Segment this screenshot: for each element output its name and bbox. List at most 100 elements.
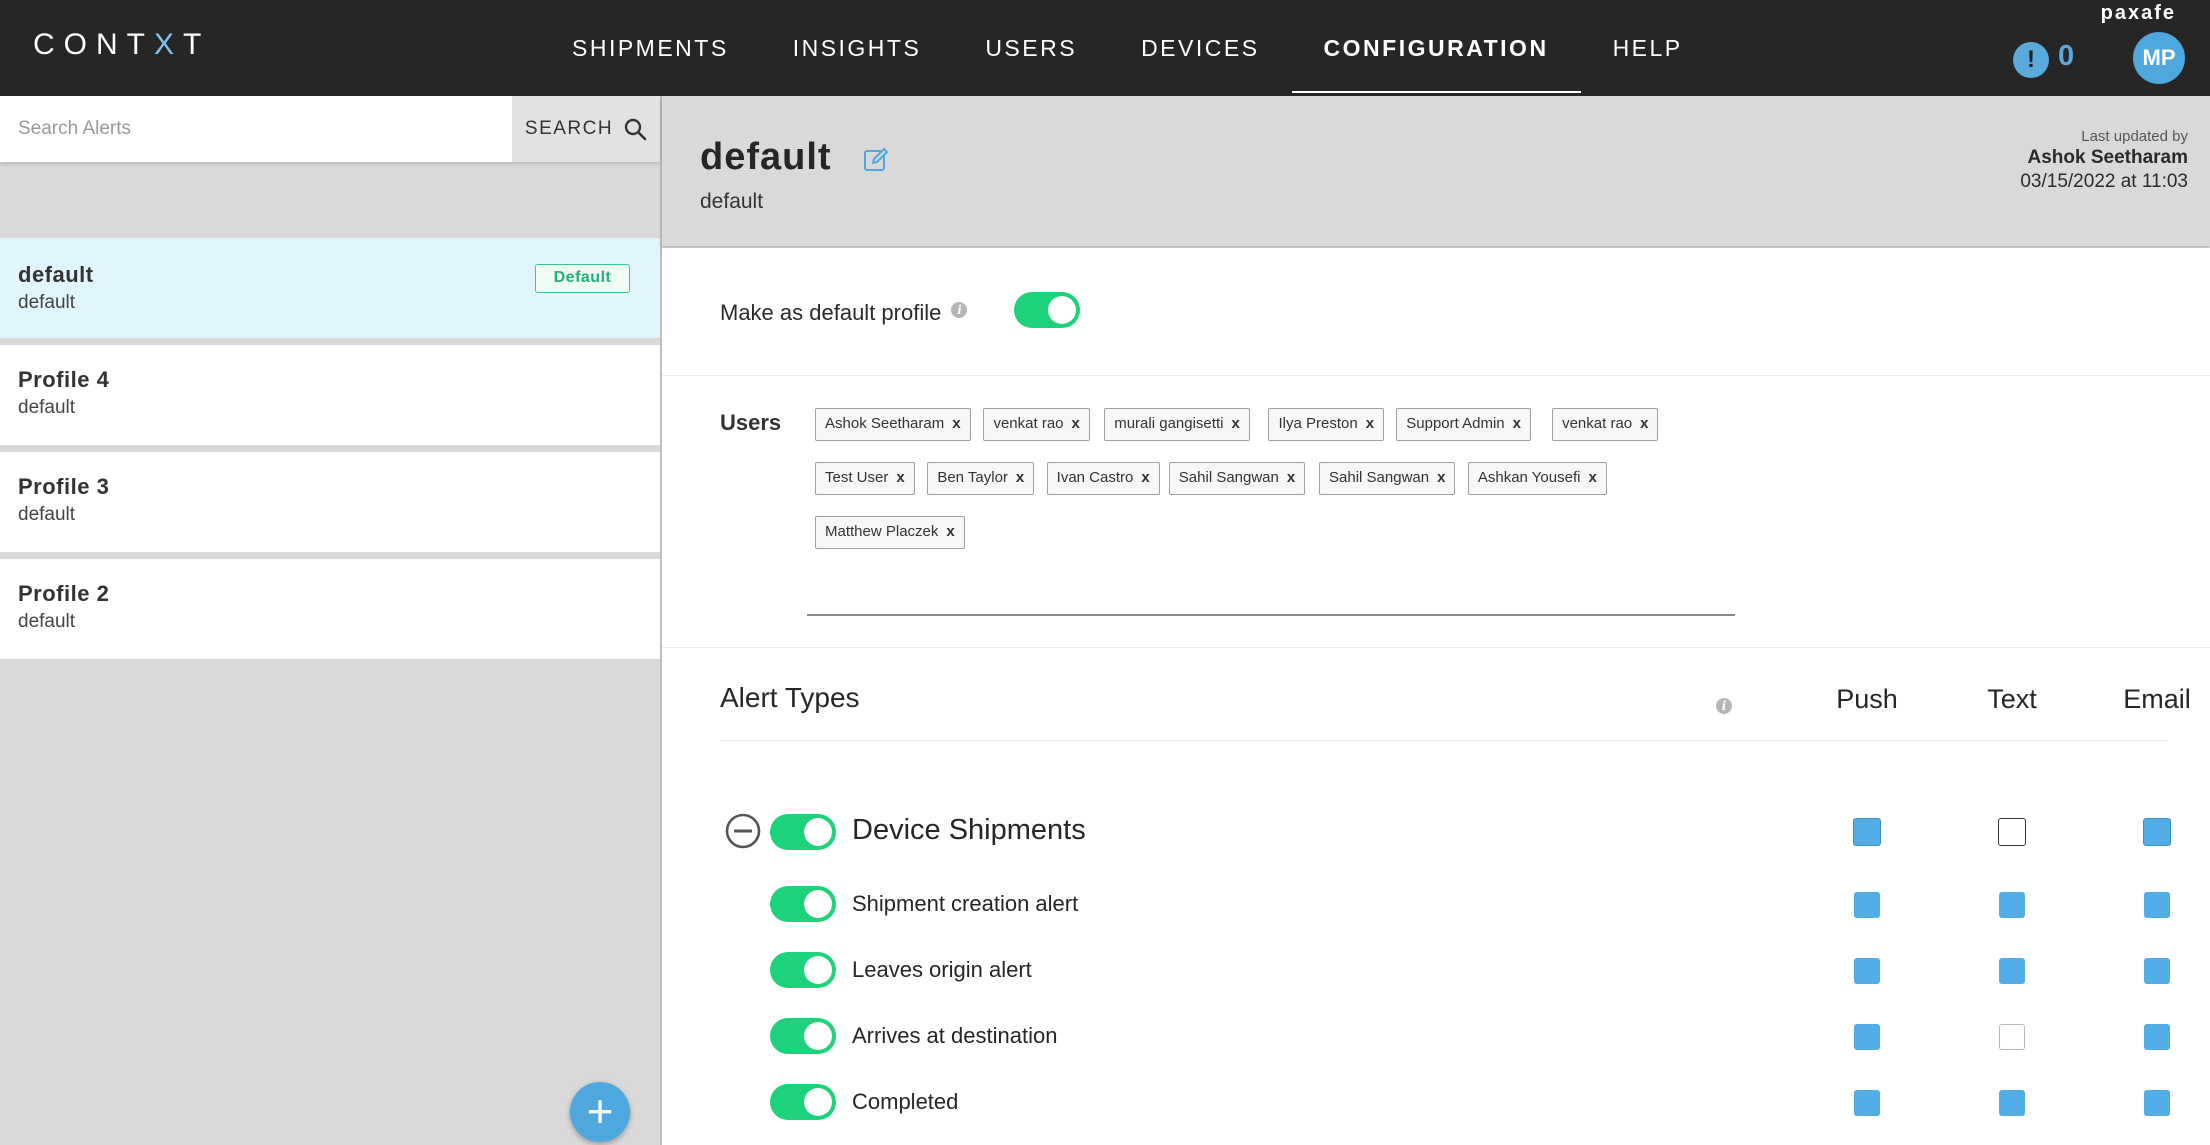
nav-help[interactable]: HELP [1581, 0, 1715, 96]
alert-item-toggle[interactable] [770, 886, 836, 922]
profile-detail: default default Last updated by Ashok Se… [662, 96, 2210, 1145]
search-icon [624, 118, 647, 141]
user-chip: Ivan Castro x [1046, 462, 1160, 495]
user-chip: Sahil Sangwan x [1319, 462, 1456, 495]
alert-item-toggle[interactable] [770, 952, 836, 988]
profile-sidebar: SEARCH default default Default Profile 4 def… [0, 96, 662, 1145]
default-profile-label: Make as default profile i [720, 300, 968, 326]
remove-user-icon[interactable]: x [1287, 469, 1295, 486]
alert-item-push-checkbox[interactable] [1854, 892, 1880, 918]
default-profile-toggle[interactable] [1014, 292, 1080, 328]
profile-item[interactable]: Profile 4 default [0, 345, 660, 445]
logo-text-post: T [183, 28, 211, 61]
alert-item-toggle[interactable] [770, 1018, 836, 1054]
nav-shipments[interactable]: SHIPMENTS [540, 0, 761, 96]
last-updated-label: Last updated by [2081, 128, 2188, 145]
profile-item[interactable]: Profile 2 default [0, 559, 660, 659]
nav-devices[interactable]: DEVICES [1109, 0, 1291, 96]
alert-item-text: Shipment creation alert [852, 891, 1079, 916]
remove-user-icon[interactable]: x [946, 523, 954, 540]
alert-item-text: Leaves origin alert [852, 957, 1032, 982]
contxt-logo[interactable]: CONTXT [33, 28, 210, 62]
alert-item-text-checkbox[interactable] [1999, 1024, 2025, 1050]
device-shipments-email-checkbox[interactable] [2143, 818, 2171, 846]
alert-icon[interactable]: ! [2013, 42, 2049, 78]
remove-user-icon[interactable]: x [1640, 415, 1648, 432]
user-chip: venkat rao x [1552, 408, 1659, 441]
alert-item-text-checkbox[interactable] [1999, 1090, 2025, 1116]
remove-user-icon[interactable]: x [1231, 415, 1239, 432]
alert-item-push-checkbox[interactable] [1854, 1090, 1880, 1116]
users-input-underline[interactable] [807, 614, 1735, 616]
alert-types-info-icon[interactable]: i [1716, 698, 1732, 714]
collapse-icon[interactable] [724, 812, 762, 850]
user-chip: Ashok Seetharam x [815, 408, 971, 441]
user-chip-name: Ashkan Yousefi [1477, 469, 1581, 486]
alert-item-text-checkbox[interactable] [1999, 892, 2025, 918]
info-icon[interactable]: i [951, 302, 968, 318]
alert-item-email-checkbox[interactable] [2144, 1024, 2170, 1050]
alert-item-text: Arrives at destination [852, 1023, 1058, 1048]
alert-item-toggle[interactable] [770, 1084, 836, 1120]
alert-count[interactable]: 0 [2058, 40, 2074, 73]
search-alerts-input[interactable] [0, 96, 512, 162]
user-chip-name: Ashok Seetharam [825, 415, 945, 432]
top-nav-bar: CONTXT SHIPMENTS INSIGHTS USERS DEVICES CONF… [0, 0, 2210, 96]
column-push: Push [1836, 684, 1898, 714]
device-shipments-text-checkbox[interactable] [1998, 818, 2026, 846]
alert-item-email-checkbox[interactable] [2144, 892, 2170, 918]
user-chip: Matthew Placzek x [815, 516, 965, 549]
remove-user-icon[interactable]: x [1366, 415, 1374, 432]
user-chip-name: Matthew Placzek [825, 523, 939, 540]
device-shipments-label: Device Shipments [852, 814, 1086, 846]
alert-item-push-checkbox[interactable] [1854, 1024, 1880, 1050]
remove-user-icon[interactable]: x [1513, 415, 1521, 432]
users-row: Users Ashok Seetharam x venkat rao x murali … [662, 376, 2210, 648]
edit-icon[interactable] [862, 146, 890, 174]
remove-user-icon[interactable]: x [1141, 469, 1149, 486]
add-profile-button[interactable]: + [570, 1082, 630, 1142]
user-avatar[interactable]: MP [2133, 32, 2185, 84]
nav-users[interactable]: USERS [953, 0, 1109, 96]
column-text: Text [1987, 684, 2037, 714]
alert-item-push-checkbox[interactable] [1854, 958, 1880, 984]
alert-item-text-checkbox[interactable] [1999, 958, 2025, 984]
nav-configuration[interactable]: CONFIGURATION [1291, 0, 1581, 96]
device-shipments-toggle[interactable] [770, 814, 836, 850]
profile-item-name: Profile 3 [18, 474, 110, 499]
remove-user-icon[interactable]: x [952, 415, 960, 432]
last-updated-at: 03/15/2022 at 11:03 [2020, 171, 2188, 192]
profile-item-sub: default [18, 504, 76, 525]
user-chip-name: Ivan Castro [1056, 469, 1134, 486]
alert-item-email-checkbox[interactable] [2144, 958, 2170, 984]
remove-user-icon[interactable]: x [1437, 469, 1445, 486]
profile-header: default default Last updated by Ashok Se… [662, 96, 2210, 246]
nav-insights[interactable]: INSIGHTS [761, 0, 954, 96]
user-chip-name: murali gangisetti [1114, 415, 1224, 432]
profile-item-sub: default [18, 292, 76, 313]
alert-item-label: Completed [852, 1089, 958, 1115]
profile-item-sub: default [18, 611, 76, 632]
profile-item[interactable]: default default Default [0, 238, 660, 338]
search-button-label: SEARCH [524, 118, 614, 139]
remove-user-icon[interactable]: x [1072, 415, 1080, 432]
device-shipments-push-checkbox[interactable] [1853, 818, 1881, 846]
remove-user-icon[interactable]: x [896, 469, 904, 486]
alert-item-label: Shipment creation alert [852, 891, 1078, 917]
user-chip-name: venkat rao [1562, 415, 1633, 432]
user-chip-name: Sahil Sangwan [1329, 469, 1430, 486]
alert-item-email-checkbox[interactable] [2144, 1090, 2170, 1116]
remove-user-icon[interactable]: x [1016, 469, 1024, 486]
default-badge: Default [535, 264, 630, 293]
user-chip: murali gangisetti x [1104, 408, 1250, 441]
users-label: Users [720, 410, 782, 435]
profile-list: default default Default Profile 4 default Pro… [0, 238, 660, 666]
search-button[interactable]: SEARCH [512, 96, 660, 162]
profile-item[interactable]: Profile 3 default [0, 452, 660, 552]
user-chip: Sahil Sangwan x [1168, 462, 1306, 495]
remove-user-icon[interactable]: x [1588, 469, 1596, 486]
alert-types-title: Alert Types [720, 682, 860, 713]
profile-item-name: Profile 4 [18, 367, 110, 392]
user-chip-name: venkat rao [993, 415, 1064, 432]
column-email: Email [2123, 684, 2191, 714]
